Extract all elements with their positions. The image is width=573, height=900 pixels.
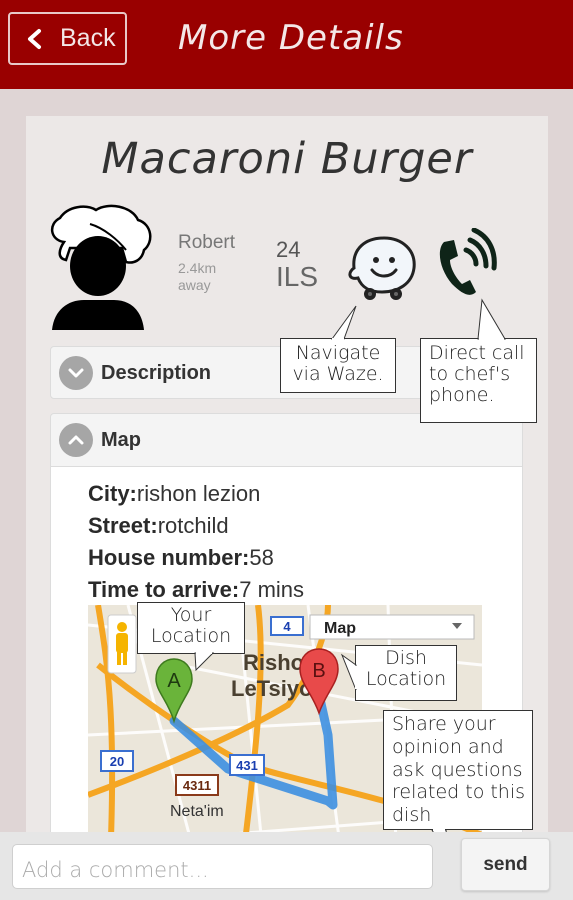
- svg-text:4311: 4311: [183, 778, 211, 793]
- svg-text:B: B: [312, 660, 325, 682]
- dish-name: Macaroni Burger: [101, 134, 473, 184]
- page-title: More Details: [178, 18, 404, 58]
- description-label: Description: [101, 361, 212, 384]
- map-label: Map: [101, 428, 141, 451]
- svg-text:4: 4: [283, 619, 291, 634]
- waze-callout: Navigate via Waze.: [280, 338, 396, 393]
- your-location-callout: Your Location: [137, 602, 245, 654]
- street-value: rotchild: [157, 513, 229, 538]
- map-district-label: Neta'im: [170, 803, 224, 820]
- call-callout: Direct call to chef's phone.: [420, 338, 537, 423]
- chef-avatar-icon: [51, 204, 152, 330]
- svg-text:Map: Map: [324, 620, 356, 637]
- road-shield-4: 4: [270, 616, 304, 636]
- waze-icon[interactable]: [344, 234, 420, 306]
- time-line: Time to arrive:7 mins: [88, 577, 304, 603]
- time-value: 7 mins: [239, 577, 305, 602]
- price-currency: ILS: [276, 261, 319, 292]
- road-shield-431: 431: [229, 754, 265, 776]
- back-button[interactable]: Back: [8, 12, 127, 65]
- dish-location-callout: Dish Location: [355, 645, 457, 701]
- road-shield-20: 20: [100, 750, 134, 772]
- house-value: 58: [249, 545, 274, 570]
- street-line: Street:rotchild: [88, 513, 229, 539]
- chevron-down-icon: [59, 356, 93, 390]
- road-shield-4311: 4311: [175, 774, 219, 796]
- phone-call-icon[interactable]: [434, 228, 504, 300]
- house-line: House number:58: [88, 545, 274, 571]
- city-value: rishon lezion: [136, 481, 261, 506]
- city-line: City:rishon lezion: [88, 481, 260, 507]
- city-label: City:: [88, 481, 137, 506]
- time-label: Time to arrive:: [88, 577, 240, 602]
- send-button[interactable]: send: [461, 838, 550, 891]
- back-label: Back: [60, 24, 116, 52]
- svg-text:20: 20: [110, 754, 124, 769]
- svg-text:431: 431: [236, 758, 258, 773]
- chef-distance: 2.4km away: [178, 260, 217, 293]
- chef-name: Robert: [178, 232, 236, 253]
- chevron-up-icon: [59, 423, 93, 457]
- pegman-icon: [107, 614, 137, 674]
- house-label: House number:: [88, 545, 250, 570]
- street-label: Street:: [88, 513, 158, 538]
- map-type-select[interactable]: Map: [309, 614, 475, 640]
- share-callout: Share your opinion and ask questions rel…: [383, 710, 533, 830]
- comment-input[interactable]: [12, 844, 433, 889]
- svg-text:A: A: [167, 670, 181, 692]
- top-bar: Back More Details: [0, 0, 573, 89]
- chevron-left-icon: [28, 28, 41, 49]
- price-value: 24: [276, 237, 301, 262]
